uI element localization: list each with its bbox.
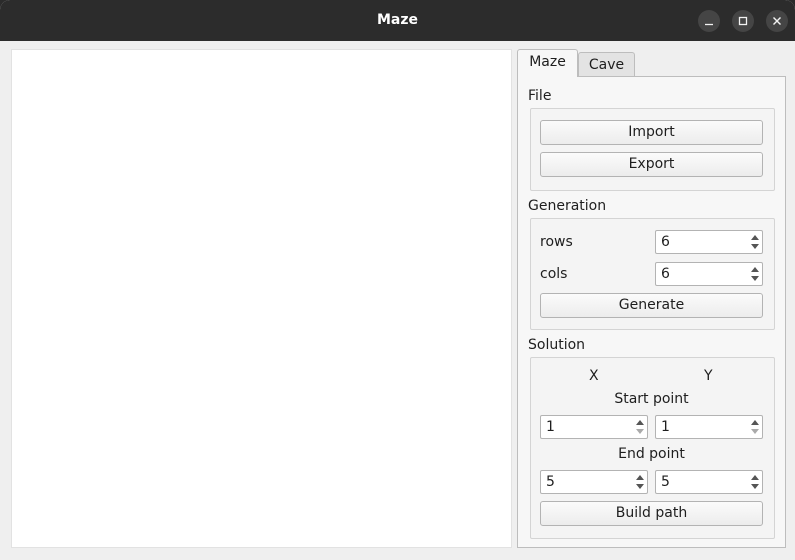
file-section-label: File bbox=[528, 88, 552, 104]
start-y-value: 1 bbox=[661, 419, 670, 435]
end-y-spinbox[interactable]: 5 bbox=[655, 470, 763, 494]
arrow-down-icon bbox=[751, 244, 759, 249]
start-x-spinbox[interactable]: 1 bbox=[540, 415, 648, 439]
cols-value: 6 bbox=[661, 266, 670, 282]
build-path-button[interactable]: Build path bbox=[540, 501, 763, 526]
end-y-stepper[interactable] bbox=[748, 471, 762, 493]
maximize-icon bbox=[738, 16, 748, 26]
generate-button[interactable]: Generate bbox=[540, 293, 763, 318]
arrow-up-icon bbox=[751, 475, 759, 480]
x-column-label: X bbox=[589, 368, 599, 384]
arrow-down-icon bbox=[751, 429, 759, 434]
arrow-up-icon bbox=[751, 267, 759, 272]
arrow-up-icon bbox=[636, 475, 644, 480]
cols-label: cols bbox=[540, 266, 568, 282]
arrow-down-icon bbox=[636, 484, 644, 489]
import-button[interactable]: Import bbox=[540, 120, 763, 145]
tab-maze[interactable]: Maze bbox=[517, 49, 578, 77]
arrow-up-icon bbox=[751, 420, 759, 425]
export-button[interactable]: Export bbox=[540, 152, 763, 177]
minimize-icon bbox=[705, 23, 713, 26]
cols-stepper[interactable] bbox=[748, 263, 762, 285]
generation-section-label: Generation bbox=[528, 198, 607, 214]
end-x-value: 5 bbox=[546, 474, 555, 490]
minimize-button[interactable] bbox=[698, 10, 720, 32]
start-y-stepper[interactable] bbox=[748, 416, 762, 438]
cols-spinbox[interactable]: 6 bbox=[655, 262, 763, 286]
close-button[interactable] bbox=[766, 10, 788, 32]
arrow-down-icon bbox=[751, 484, 759, 489]
start-x-stepper[interactable] bbox=[633, 416, 647, 438]
maximize-button[interactable] bbox=[732, 10, 754, 32]
start-point-label: Start point bbox=[614, 391, 689, 407]
arrow-up-icon bbox=[751, 235, 759, 240]
end-y-value: 5 bbox=[661, 474, 670, 490]
rows-stepper[interactable] bbox=[748, 231, 762, 253]
arrow-down-icon bbox=[751, 276, 759, 281]
maze-canvas[interactable] bbox=[11, 49, 512, 548]
arrow-down-icon bbox=[636, 429, 644, 434]
tab-cave[interactable]: Cave bbox=[578, 52, 635, 77]
rows-spinbox[interactable]: 6 bbox=[655, 230, 763, 254]
rows-label: rows bbox=[540, 234, 573, 250]
rows-value: 6 bbox=[661, 234, 670, 250]
arrow-up-icon bbox=[636, 420, 644, 425]
app-window: Maze Maze Cave File Import Export Genera… bbox=[0, 0, 795, 560]
end-point-label: End point bbox=[618, 446, 685, 462]
end-x-stepper[interactable] bbox=[633, 471, 647, 493]
close-icon bbox=[773, 17, 781, 25]
y-column-label: Y bbox=[704, 368, 713, 384]
end-x-spinbox[interactable]: 5 bbox=[540, 470, 648, 494]
title-bar[interactable]: Maze bbox=[0, 0, 795, 41]
start-x-value: 1 bbox=[546, 419, 555, 435]
window-title: Maze bbox=[376, 12, 419, 28]
start-y-spinbox[interactable]: 1 bbox=[655, 415, 763, 439]
solution-section-label: Solution bbox=[528, 337, 586, 353]
